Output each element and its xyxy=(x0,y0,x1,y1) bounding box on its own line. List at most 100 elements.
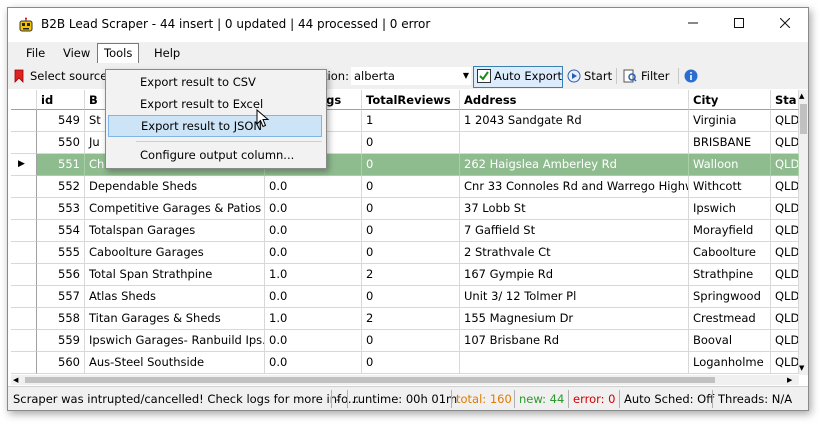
table-row[interactable]: 556 Total Span Strathpine 1.0 2 167 Gymp… xyxy=(11,264,799,286)
horizontal-scroll-thumb[interactable] xyxy=(25,377,715,383)
table-row[interactable]: 552 Dependable Sheds 0.0 0 Cnr 33 Connol… xyxy=(11,176,799,198)
filter-doc-icon[interactable] xyxy=(623,69,637,83)
cell-address xyxy=(460,352,689,374)
auto-export-toggle[interactable]: Auto Export xyxy=(473,66,563,88)
cell-name: Caboolture Garages xyxy=(85,242,265,264)
column-header-state[interactable]: Sta xyxy=(771,90,799,110)
cell-address: 7 Gaffield St xyxy=(460,220,689,242)
location-value: alberta xyxy=(354,69,395,83)
cell-address: 1 2043 Sandgate Rd xyxy=(460,110,689,132)
menu-configure-output-column[interactable]: Configure output column... xyxy=(108,145,322,165)
menu-file[interactable]: File xyxy=(20,44,51,62)
row-header[interactable] xyxy=(11,220,37,242)
location-combo[interactable]: alberta ▼ xyxy=(351,67,471,85)
status-threads: Threads: N/A xyxy=(718,392,793,406)
cell-id: 557 xyxy=(37,286,85,308)
cell-state: QLD xyxy=(771,264,799,286)
row-header-corner xyxy=(11,90,37,110)
cell-rating: 0.0 xyxy=(265,198,362,220)
cell-state: QLD xyxy=(771,286,799,308)
column-header-city[interactable]: City xyxy=(689,90,771,110)
cell-state: QLD xyxy=(771,176,799,198)
cell-id: 552 xyxy=(37,176,85,198)
cell-state: QLD xyxy=(771,242,799,264)
cell-rating: 0.0 xyxy=(265,220,362,242)
row-header[interactable] xyxy=(11,330,37,352)
mouse-cursor-icon xyxy=(256,109,270,128)
close-button[interactable] xyxy=(762,8,808,40)
row-header[interactable] xyxy=(11,286,37,308)
horizontal-scrollbar[interactable]: ◀ ▶ xyxy=(11,375,799,385)
menu-bar: File View Tools Help xyxy=(8,42,808,64)
cell-name: Totalspan Garages xyxy=(85,220,265,242)
menu-tools[interactable]: Tools xyxy=(97,43,140,63)
scroll-left-icon[interactable]: ◀ xyxy=(13,375,18,385)
table-row[interactable]: 560 Aus-Steel Southside 0.0 0 Loganholme… xyxy=(11,352,799,374)
cell-reviews: 0 xyxy=(362,176,460,198)
bookmark-icon xyxy=(14,69,24,83)
menu-export-csv[interactable]: Export result to CSV xyxy=(108,72,322,92)
table-row[interactable]: 554 Totalspan Garages 0.0 0 7 Gaffield S… xyxy=(11,220,799,242)
cell-id: 555 xyxy=(37,242,85,264)
maximize-button[interactable] xyxy=(716,8,762,40)
row-header[interactable] xyxy=(11,110,37,132)
select-source-button[interactable]: Select source xyxy=(30,68,107,85)
row-header[interactable] xyxy=(11,242,37,264)
menu-help[interactable]: Help xyxy=(148,44,186,62)
row-header[interactable] xyxy=(11,132,37,154)
table-row[interactable]: 559 Ipswich Garages- Ranbuild Ips... 0.0… xyxy=(11,330,799,352)
row-header[interactable] xyxy=(11,176,37,198)
cell-reviews: 0 xyxy=(362,352,460,374)
row-header[interactable] xyxy=(11,198,37,220)
column-header-address[interactable]: Address xyxy=(460,90,689,110)
cell-address: Cnr 33 Connoles Rd and Warrego Highway xyxy=(460,176,689,198)
chevron-down-icon: ▼ xyxy=(462,71,469,80)
toolbar-separator xyxy=(678,68,679,84)
cell-id: 558 xyxy=(37,308,85,330)
cell-state: QLD xyxy=(771,220,799,242)
scroll-down-icon[interactable]: ▼ xyxy=(799,364,804,372)
cell-rating: 0.0 xyxy=(265,352,362,374)
cell-city: Walloon xyxy=(689,154,771,176)
scroll-right-icon[interactable]: ▶ xyxy=(787,375,792,385)
cell-address: 155 Magnesium Dr xyxy=(460,308,689,330)
row-header[interactable] xyxy=(11,308,37,330)
status-new: new: 44 xyxy=(519,392,565,406)
cell-city: BRISBANE xyxy=(689,132,771,154)
cell-state: QLD xyxy=(771,330,799,352)
cell-reviews: 0 xyxy=(362,132,460,154)
table-row[interactable]: 557 Atlas Sheds 0.0 0 Unit 3/ 12 Tolmer … xyxy=(11,286,799,308)
cell-state: QLD xyxy=(771,308,799,330)
cell-address: 37 Lobb St xyxy=(460,198,689,220)
menu-export-json[interactable]: Export result to JSON xyxy=(108,115,322,137)
scroll-up-icon[interactable]: ▲ xyxy=(799,92,804,100)
status-separator xyxy=(712,390,713,408)
cell-reviews: 0 xyxy=(362,242,460,264)
row-header[interactable] xyxy=(11,352,37,374)
vertical-scrollbar[interactable]: ▲ ▼ xyxy=(799,90,808,375)
row-pointer-icon: ▶ xyxy=(18,159,25,169)
minimize-button[interactable] xyxy=(670,8,716,40)
row-header[interactable] xyxy=(11,264,37,286)
cell-rating: 0.0 xyxy=(265,286,362,308)
table-row[interactable]: 553 Competitive Garages & Patios 0.0 0 3… xyxy=(11,198,799,220)
cell-reviews: 0 xyxy=(362,286,460,308)
menu-view[interactable]: View xyxy=(57,44,96,62)
toolbar-separator xyxy=(616,68,617,84)
filter-button[interactable]: Filter xyxy=(641,68,669,85)
column-header-id[interactable]: id xyxy=(37,90,85,110)
start-play-icon[interactable] xyxy=(567,69,581,83)
table-row[interactable]: 555 Caboolture Garages 0.0 0 2 Strathval… xyxy=(11,242,799,264)
cell-name: Total Span Strathpine xyxy=(85,264,265,286)
status-separator xyxy=(568,390,569,408)
cell-name: Competitive Garages & Patios xyxy=(85,198,265,220)
start-button[interactable]: Start xyxy=(584,68,612,85)
vertical-scroll-thumb[interactable] xyxy=(800,104,807,134)
info-icon[interactable] xyxy=(684,69,698,83)
cell-reviews: 0 xyxy=(362,198,460,220)
cell-city: Withcott xyxy=(689,176,771,198)
column-header-total-reviews[interactable]: TotalReviews xyxy=(362,90,460,110)
menu-export-excel[interactable]: Export result to Excel xyxy=(108,94,322,114)
row-header[interactable]: ▶ xyxy=(11,154,37,176)
table-row[interactable]: 558 Titan Garages & Sheds 1.0 2 155 Magn… xyxy=(11,308,799,330)
